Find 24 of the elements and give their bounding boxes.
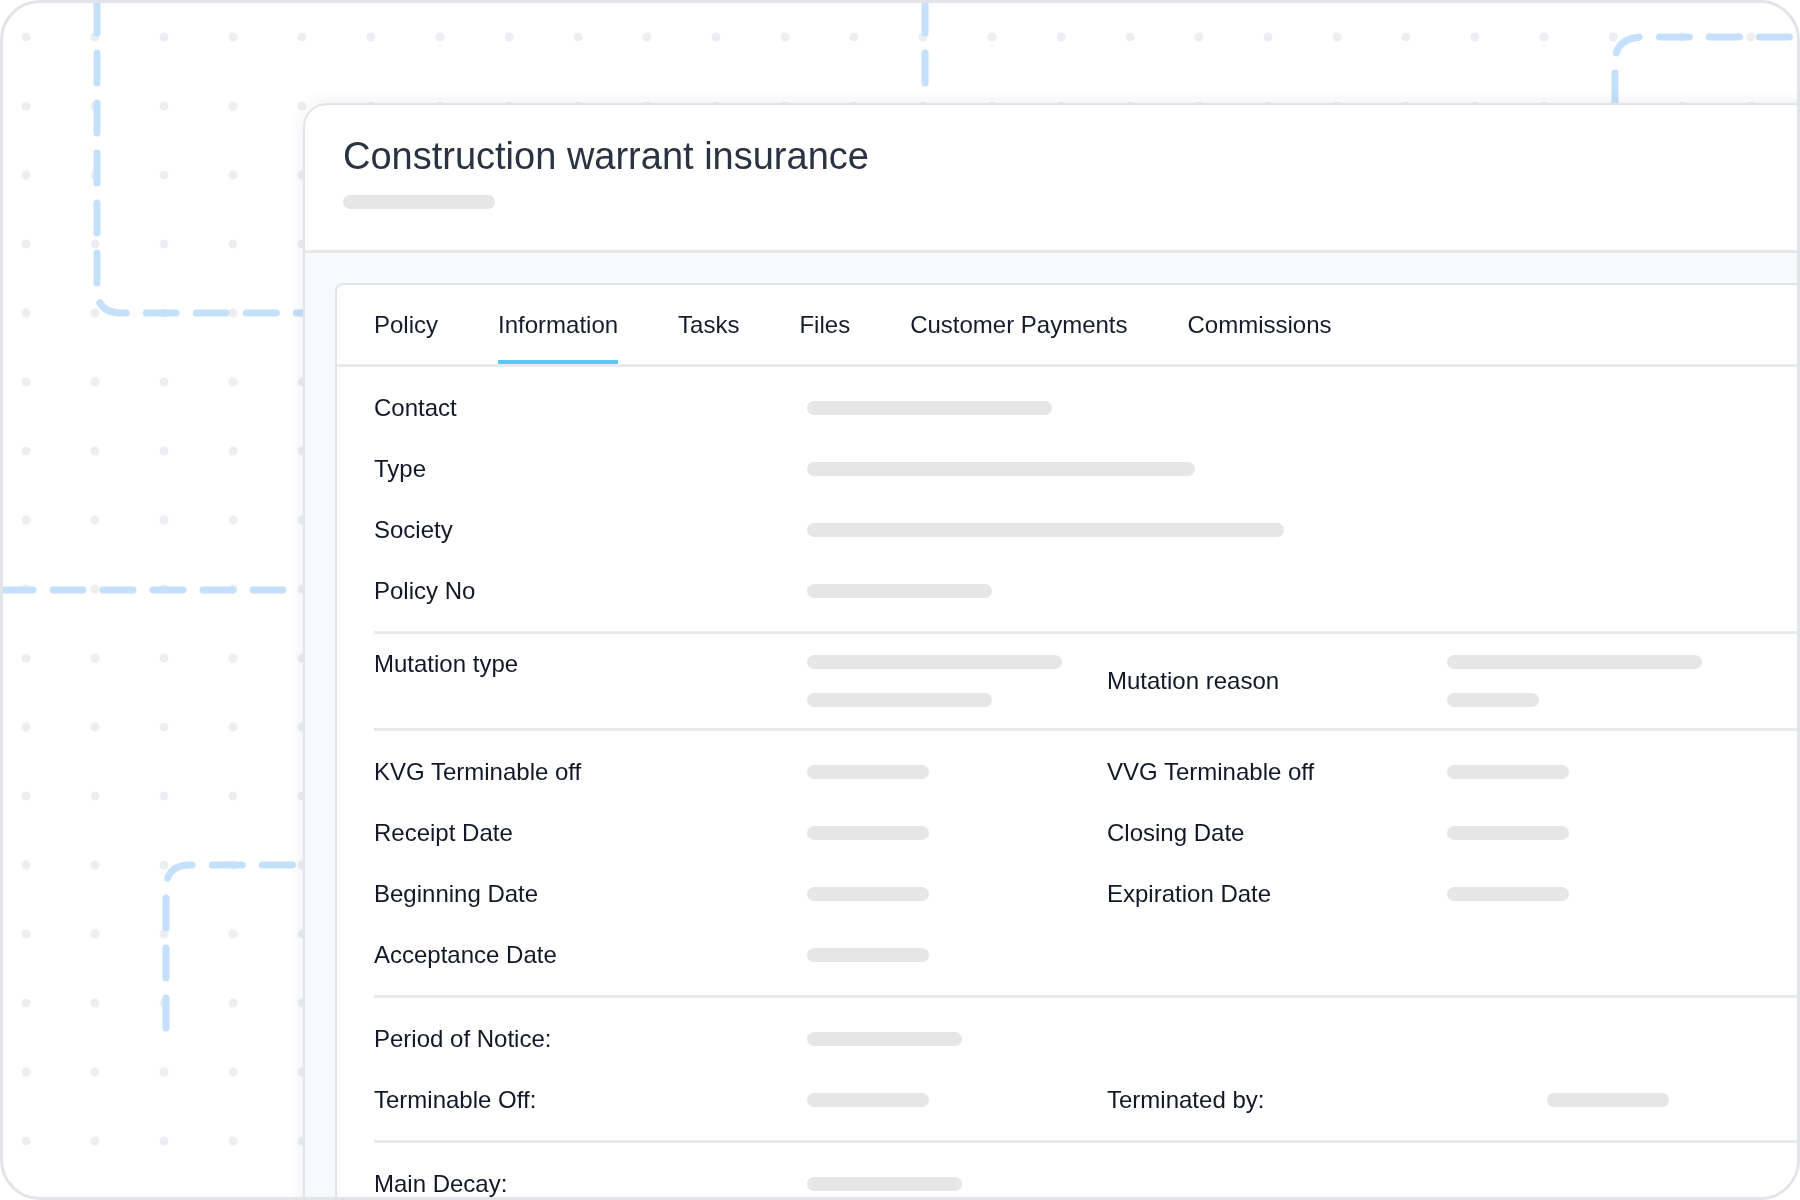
- field-label: Terminable Off:: [374, 1084, 538, 1115]
- tab[interactable]: Policy: [374, 285, 439, 364]
- field-label: Terminated by:: [1107, 1084, 1266, 1115]
- field-label: Expiration Date: [1107, 878, 1273, 909]
- field-label: Beginning Date: [374, 878, 540, 909]
- field-label: KVG Terminable off: [374, 756, 583, 787]
- field-label: Type: [374, 453, 428, 484]
- field-label: VVG Terminable off: [1107, 756, 1316, 787]
- field-label: Period of Notice:: [374, 1023, 553, 1054]
- tab[interactable]: Files: [799, 285, 851, 364]
- tab[interactable]: Customer Payments: [910, 285, 1128, 364]
- field-label: Receipt Date: [374, 817, 514, 848]
- field-label: Society: [374, 514, 454, 545]
- tab[interactable]: Information: [498, 285, 619, 364]
- field-label: Mutation reason: [1107, 666, 1281, 696]
- card-title: Construction warrant insurance: [343, 135, 870, 179]
- field-label: Main Decay:: [374, 1168, 509, 1197]
- tab[interactable]: Tasks: [678, 285, 740, 364]
- field-label: Contact: [374, 392, 458, 423]
- field-label: Policy No: [374, 575, 477, 606]
- field-label: Closing Date: [1107, 817, 1246, 848]
- tab[interactable]: Commissions: [1187, 285, 1332, 364]
- field-label: Mutation type: [374, 649, 520, 679]
- field-label: Acceptance Date: [374, 939, 558, 970]
